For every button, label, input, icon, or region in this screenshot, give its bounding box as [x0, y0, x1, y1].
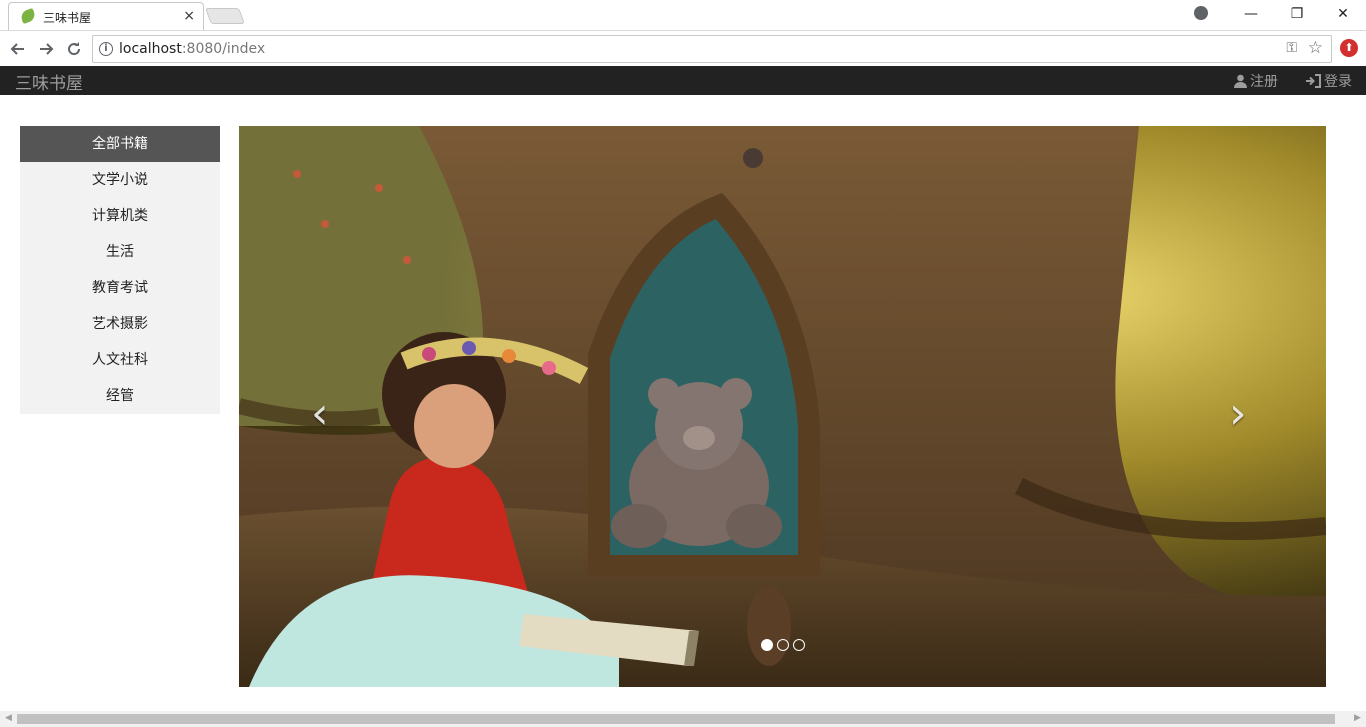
category-all-books[interactable]: 全部书籍	[20, 126, 220, 162]
reload-button[interactable]	[62, 37, 86, 61]
url-text[interactable]: localhost:8080/index	[119, 41, 265, 57]
restore-button[interactable]: ❐	[1274, 0, 1320, 28]
scroll-right-arrow-icon[interactable]: ▶	[1354, 713, 1361, 723]
carousel-prev-button[interactable]: ‹	[311, 392, 329, 436]
category-literature[interactable]: 文学小说	[20, 162, 220, 198]
carousel-next-button[interactable]: ›	[1229, 392, 1247, 436]
scrollbar-thumb[interactable]	[17, 714, 1335, 724]
close-window-button[interactable]: ✕	[1320, 0, 1366, 28]
category-sidebar: 全部书籍 文学小说 计算机类 生活 教育考试 艺术摄影 人文社科 经管	[20, 126, 220, 414]
tab-title: 三味书屋	[43, 11, 92, 25]
user-icon	[1234, 74, 1247, 88]
login-link[interactable]: 登录	[1306, 71, 1352, 91]
back-button[interactable]	[6, 37, 30, 61]
tab-close-icon[interactable]: ×	[183, 8, 195, 24]
carousel-indicator-3[interactable]	[793, 639, 805, 651]
forward-button[interactable]	[34, 37, 58, 61]
category-computer[interactable]: 计算机类	[20, 198, 220, 234]
minimize-button[interactable]: —	[1228, 0, 1274, 28]
address-bar[interactable]: i localhost:8080/index ⚿ ☆	[92, 35, 1332, 63]
bookmark-star-icon[interactable]: ☆	[1308, 38, 1323, 58]
carousel-indicator-2[interactable]	[777, 639, 789, 651]
arrow-left-icon	[10, 43, 24, 55]
login-label: 登录	[1324, 74, 1352, 90]
category-humanities[interactable]: 人文社科	[20, 342, 220, 378]
carousel-slide-image	[239, 126, 1326, 687]
window-controls: — ❐ ✕	[1228, 0, 1366, 28]
profile-icon[interactable]	[1194, 6, 1208, 20]
browser-tabbar: 三味书屋 × — ❐ ✕	[0, 0, 1366, 30]
nav-right: 注册 登录	[1234, 71, 1352, 91]
category-life[interactable]: 生活	[20, 234, 220, 270]
key-icon[interactable]: ⚿	[1286, 40, 1297, 56]
leaf-favicon-icon	[19, 7, 37, 25]
register-link[interactable]: 注册	[1234, 71, 1278, 91]
carousel-indicators	[761, 639, 805, 651]
image-carousel: ‹ ›	[239, 126, 1326, 687]
new-tab-button[interactable]	[205, 8, 245, 24]
info-icon[interactable]: i	[99, 42, 113, 56]
browser-tab-active[interactable]: 三味书屋 ×	[8, 2, 204, 30]
category-art-photo[interactable]: 艺术摄影	[20, 306, 220, 342]
reload-icon	[68, 42, 81, 56]
arrow-right-icon	[40, 43, 54, 55]
horizontal-scrollbar[interactable]: ◀ ▶	[0, 711, 1366, 727]
sign-in-icon	[1306, 74, 1321, 88]
site-brand[interactable]: 三味书屋	[15, 69, 83, 94]
url-path: :8080/index	[181, 41, 266, 57]
register-label: 注册	[1250, 74, 1278, 90]
category-business[interactable]: 经管	[20, 378, 220, 414]
category-education[interactable]: 教育考试	[20, 270, 220, 306]
site-navbar: 三味书屋 注册 登录	[0, 66, 1366, 95]
browser-toolbar: i localhost:8080/index ⚿ ☆ ⬆	[0, 30, 1366, 66]
scroll-left-arrow-icon[interactable]: ◀	[5, 713, 12, 723]
extension-icon[interactable]: ⬆	[1340, 39, 1358, 57]
carousel-indicator-1[interactable]	[761, 639, 773, 651]
url-host: localhost	[119, 41, 182, 57]
